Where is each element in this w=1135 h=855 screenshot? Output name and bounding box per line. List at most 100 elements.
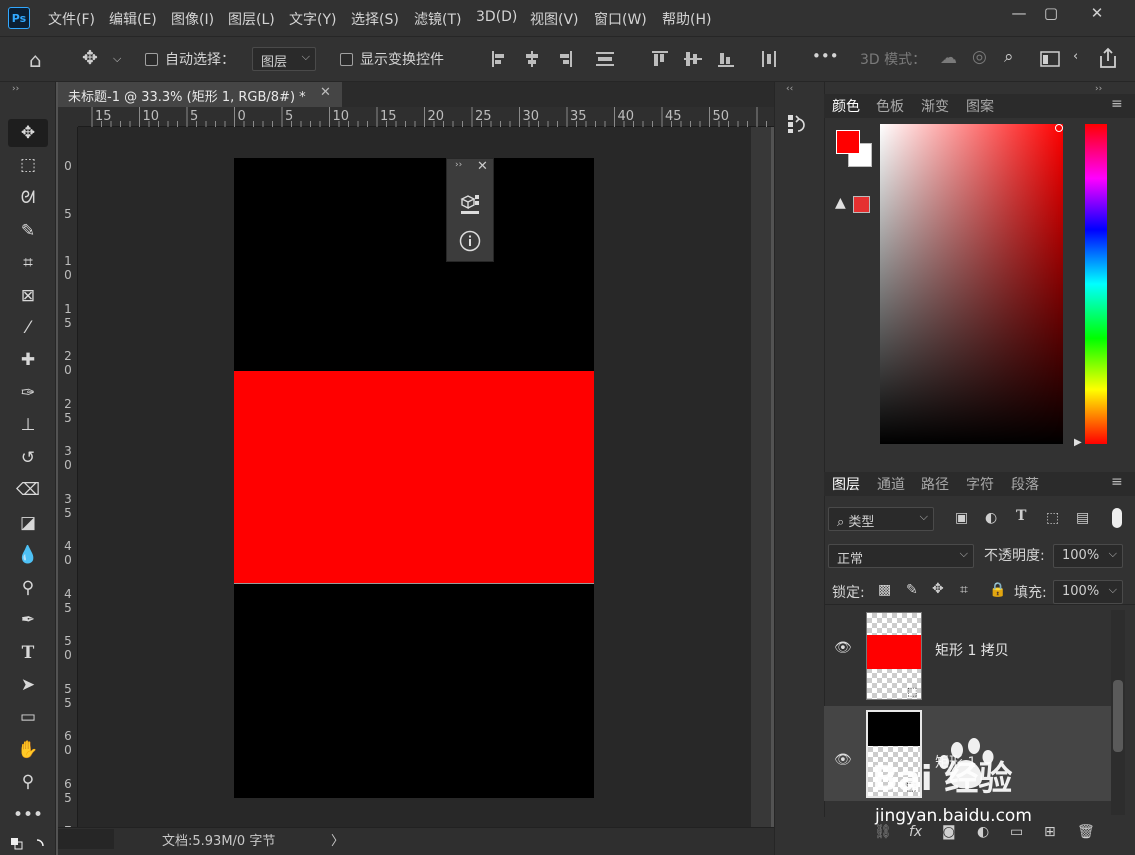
- hue-slider[interactable]: [1085, 124, 1107, 444]
- filter-shape-icon[interactable]: ⬚: [1046, 510, 1059, 526]
- workspace-chevron-icon[interactable]: ‹: [1073, 49, 1078, 64]
- align-left-icon[interactable]: [492, 51, 504, 67]
- layer-filter-dropdown[interactable]: ⌕ 类型 ⌵: [828, 507, 934, 531]
- default-colors-icon[interactable]: [9, 836, 49, 854]
- tab-paragraph[interactable]: 段落: [1011, 474, 1039, 494]
- tab-character[interactable]: 字符: [966, 474, 994, 494]
- 3d-orbit-icon[interactable]: ☁: [940, 48, 957, 68]
- more-options-button[interactable]: •••: [812, 47, 839, 65]
- distribute-vertical-icon[interactable]: [596, 52, 614, 66]
- auto-select-target-dropdown[interactable]: 图层 ⌵: [252, 47, 316, 71]
- minimize-button[interactable]: —: [1004, 4, 1034, 24]
- dodge-tool-icon[interactable]: ⚲: [8, 574, 48, 602]
- lock-artboard-icon[interactable]: ⌗: [960, 582, 968, 598]
- menu-file[interactable]: 文件(F): [48, 9, 95, 29]
- tab-layers[interactable]: 图层: [832, 474, 860, 494]
- fill-field[interactable]: 100% ⌵: [1053, 580, 1123, 604]
- canvas-vertical-scrollbar[interactable]: [751, 127, 771, 827]
- tab-patterns[interactable]: 图案: [966, 96, 994, 116]
- expand-panel-icon[interactable]: ››: [455, 160, 462, 170]
- close-window-button[interactable]: ✕: [1082, 4, 1112, 24]
- marquee-tool-icon[interactable]: ⬚: [8, 151, 48, 179]
- menu-edit[interactable]: 编辑(E): [109, 9, 157, 29]
- menu-window[interactable]: 窗口(W): [594, 9, 647, 29]
- layers-scrollbar-thumb[interactable]: [1113, 680, 1123, 752]
- info-icon[interactable]: [458, 229, 482, 253]
- close-panel-icon[interactable]: ✕: [477, 159, 488, 174]
- brush-tool-icon[interactable]: ✑: [8, 379, 48, 407]
- red-rectangle-shape[interactable]: [234, 371, 594, 584]
- quick-select-tool-icon[interactable]: ✎: [8, 217, 48, 245]
- align-vcenter-icon[interactable]: [684, 52, 702, 66]
- filter-toggle-switch[interactable]: [1112, 508, 1122, 528]
- lock-image-pixels-icon[interactable]: ✎: [906, 582, 918, 598]
- menu-select[interactable]: 选择(S): [351, 9, 399, 29]
- history-brush-tool-icon[interactable]: ↺: [8, 444, 48, 472]
- filter-smart-object-icon[interactable]: ▤: [1076, 510, 1089, 526]
- crop-tool-icon[interactable]: ⌗: [8, 249, 48, 277]
- eyedropper-tool-icon[interactable]: ⁄: [8, 314, 48, 342]
- show-transform-checkbox[interactable]: [340, 53, 353, 66]
- eye-icon[interactable]: 👁: [834, 752, 852, 768]
- filter-pixel-icon[interactable]: ▣: [955, 510, 968, 526]
- blend-mode-dropdown[interactable]: 正常 ⌵: [828, 544, 974, 568]
- workspace-icon[interactable]: [1040, 51, 1060, 67]
- zoom-tool-icon[interactable]: ⚲: [8, 768, 48, 796]
- menu-help[interactable]: 帮助(H): [662, 9, 711, 29]
- tab-swatches[interactable]: 色板: [876, 96, 904, 116]
- photoshop-logo-icon[interactable]: Ps: [8, 7, 30, 29]
- align-right-icon[interactable]: [560, 51, 572, 67]
- align-bottom-icon[interactable]: [718, 53, 734, 67]
- eraser-tool-icon[interactable]: ⌫: [8, 476, 48, 504]
- hand-tool-icon[interactable]: ✋: [8, 736, 48, 764]
- history-panel-icon[interactable]: [786, 112, 810, 136]
- document-tab[interactable]: 未标题-1 @ 33.3% (矩形 1, RGB/8#) * ✕: [58, 82, 342, 107]
- menu-image[interactable]: 图像(I): [171, 9, 214, 29]
- saturation-value-field[interactable]: [880, 124, 1063, 444]
- close-tab-icon[interactable]: ✕: [320, 85, 331, 100]
- gamut-color-swatch[interactable]: [853, 196, 870, 213]
- zoom-level-field[interactable]: [58, 829, 114, 849]
- chevron-down-icon[interactable]: ⌵: [113, 52, 121, 66]
- ruler-origin[interactable]: [58, 107, 78, 127]
- align-hcenter-icon[interactable]: [526, 51, 538, 67]
- 3d-roll-icon[interactable]: ◎: [972, 47, 987, 67]
- status-menu-arrow[interactable]: 〉: [331, 830, 344, 849]
- menu-type[interactable]: 文字(Y): [289, 9, 336, 29]
- opacity-field[interactable]: 100% ⌵: [1053, 544, 1123, 568]
- 3d-properties-icon[interactable]: [459, 193, 481, 215]
- clone-stamp-tool-icon[interactable]: ⊥: [8, 411, 48, 439]
- warning-icon[interactable]: ▲: [835, 195, 846, 211]
- lock-position-icon[interactable]: ✥: [932, 581, 944, 597]
- home-icon[interactable]: ⌂: [29, 48, 42, 72]
- foreground-color-swatch[interactable]: [836, 130, 860, 154]
- color-picker-handle[interactable]: [1055, 124, 1063, 132]
- layer-name[interactable]: 矩形 1 拷贝: [935, 640, 1009, 660]
- tab-color[interactable]: 颜色: [832, 96, 860, 116]
- layers-panel-menu-icon[interactable]: ≡: [1111, 474, 1123, 490]
- tab-gradients[interactable]: 渐变: [921, 96, 949, 116]
- lock-transparent-pixels-icon[interactable]: ▩: [878, 582, 891, 598]
- healing-brush-tool-icon[interactable]: ✚: [8, 346, 48, 374]
- dock-collapse-icon[interactable]: ‹‹: [786, 84, 793, 94]
- menu-layer[interactable]: 图层(L): [228, 9, 275, 29]
- eye-icon[interactable]: 👁: [834, 640, 852, 656]
- panel-collapse-icon[interactable]: ››: [1095, 84, 1102, 94]
- filter-adjustment-icon[interactable]: ◐: [985, 510, 997, 526]
- align-top-icon[interactable]: [652, 51, 668, 66]
- move-tool-icon[interactable]: ✥: [8, 119, 48, 147]
- lock-all-icon[interactable]: 🔒: [989, 582, 1006, 598]
- distribute-horizontal-icon[interactable]: [762, 51, 776, 67]
- panel-menu-icon[interactable]: ≡: [1111, 96, 1123, 112]
- toolbar-collapse-icon[interactable]: ››: [12, 84, 19, 94]
- menu-3d[interactable]: 3D(D): [476, 9, 517, 25]
- menu-view[interactable]: 视图(V): [530, 9, 579, 29]
- tab-channels[interactable]: 通道: [877, 474, 905, 494]
- lasso-tool-icon[interactable]: ᘛ: [8, 184, 48, 212]
- auto-select-checkbox[interactable]: [145, 53, 158, 66]
- rectangle-tool-icon[interactable]: ▭: [8, 703, 48, 731]
- tab-paths[interactable]: 路径: [921, 474, 949, 494]
- move-tool-icon[interactable]: ✥: [82, 47, 98, 69]
- path-selection-tool-icon[interactable]: ➤: [8, 671, 48, 699]
- hue-slider-handle[interactable]: ▶: [1074, 437, 1082, 448]
